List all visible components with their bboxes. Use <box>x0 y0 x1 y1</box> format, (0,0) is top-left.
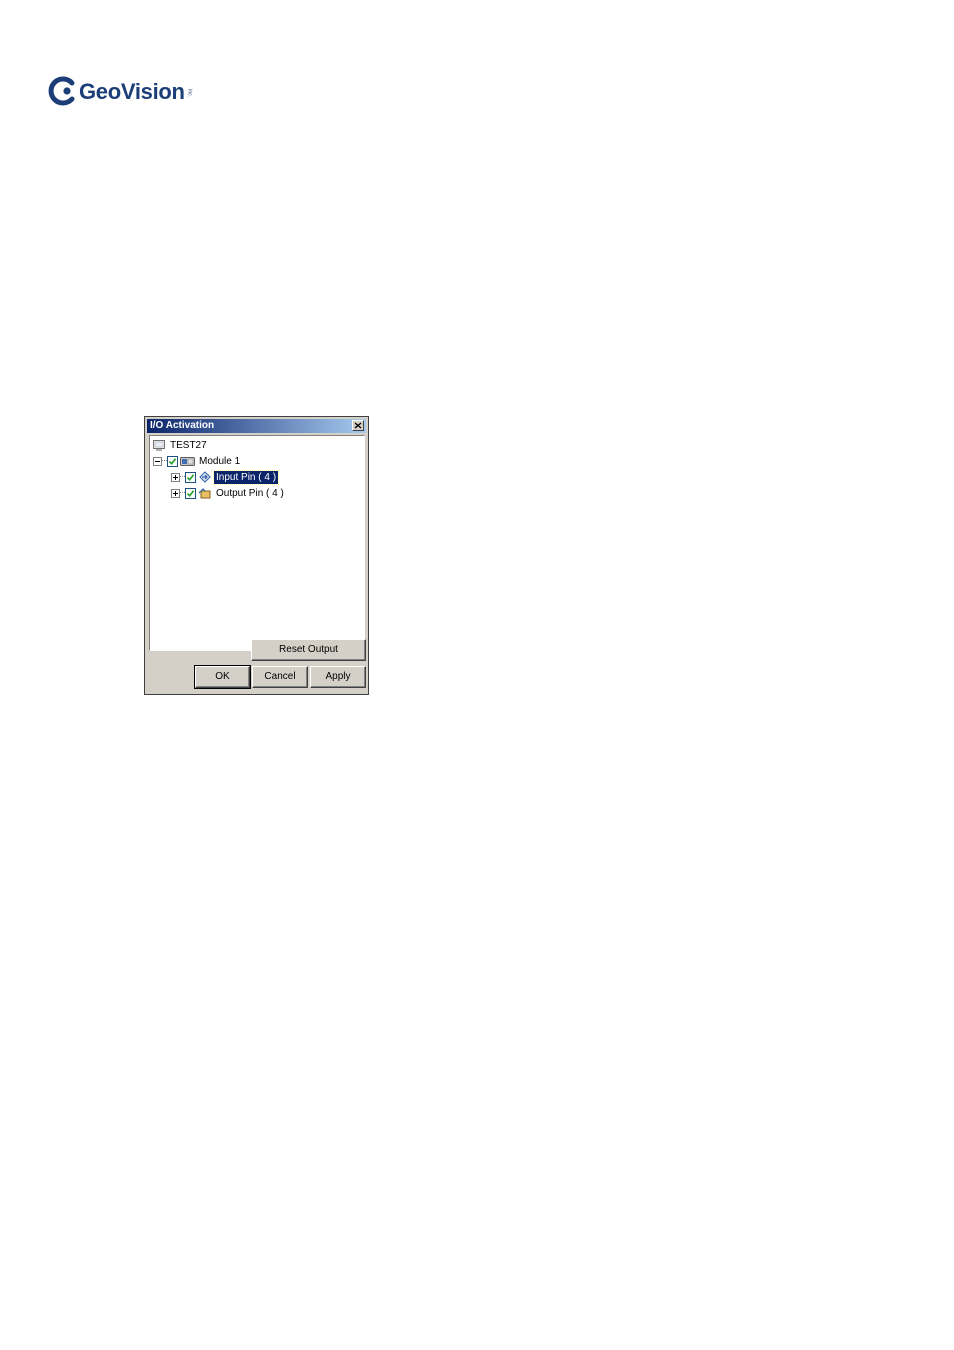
brand-suffix: Inc. <box>186 88 193 98</box>
tree-node-module[interactable]: Module 1 <box>153 454 242 468</box>
input-pin-checkbox[interactable] <box>185 471 196 483</box>
output-pin-checkbox[interactable] <box>185 487 196 499</box>
tree-node-label: Output Pin ( 4 ) <box>216 487 284 499</box>
close-button[interactable] <box>352 420 364 431</box>
cancel-button[interactable]: Cancel <box>252 666 308 688</box>
checkmark-icon <box>168 457 177 465</box>
io-activation-dialog: I/O Activation TEST27 Module 1 Input Pin… <box>144 416 369 695</box>
output-pin-icon <box>198 487 212 499</box>
geovision-logo-icon <box>48 76 76 106</box>
dialog-title: I/O Activation <box>150 420 215 431</box>
reset-output-button[interactable]: Reset Output <box>251 639 366 661</box>
tree-node-label: Input Pin ( 4 ) <box>212 469 280 485</box>
checkmark-icon <box>186 473 195 481</box>
tree-node-input-pin[interactable]: Input Pin ( 4 ) <box>171 469 280 485</box>
checkmark-icon <box>186 489 195 497</box>
input-pin-icon <box>198 471 212 483</box>
close-icon <box>354 422 362 429</box>
apply-button[interactable]: Apply <box>310 666 366 688</box>
ok-button[interactable]: OK <box>194 665 251 689</box>
collapse-toggle[interactable] <box>153 456 162 466</box>
io-module-icon <box>180 455 195 467</box>
computer-icon <box>152 439 166 452</box>
brand-name: GeoVision <box>79 79 185 104</box>
expand-toggle[interactable] <box>171 488 180 498</box>
module-checkbox[interactable] <box>167 455 178 467</box>
tree-node-label: TEST27 <box>170 439 207 451</box>
tree-node-output-pin[interactable]: Output Pin ( 4 ) <box>171 486 286 500</box>
io-device-tree[interactable]: TEST27 Module 1 Input Pin (4) Output P… <box>149 435 365 651</box>
brand-logo: GeoVision Inc. <box>48 74 193 108</box>
dialog-titlebar[interactable]: I/O Activation <box>147 419 366 433</box>
tree-node-host[interactable]: TEST27 <box>152 438 209 452</box>
tree-node-label: Module 1 <box>199 455 241 467</box>
expand-toggle[interactable] <box>171 472 180 482</box>
